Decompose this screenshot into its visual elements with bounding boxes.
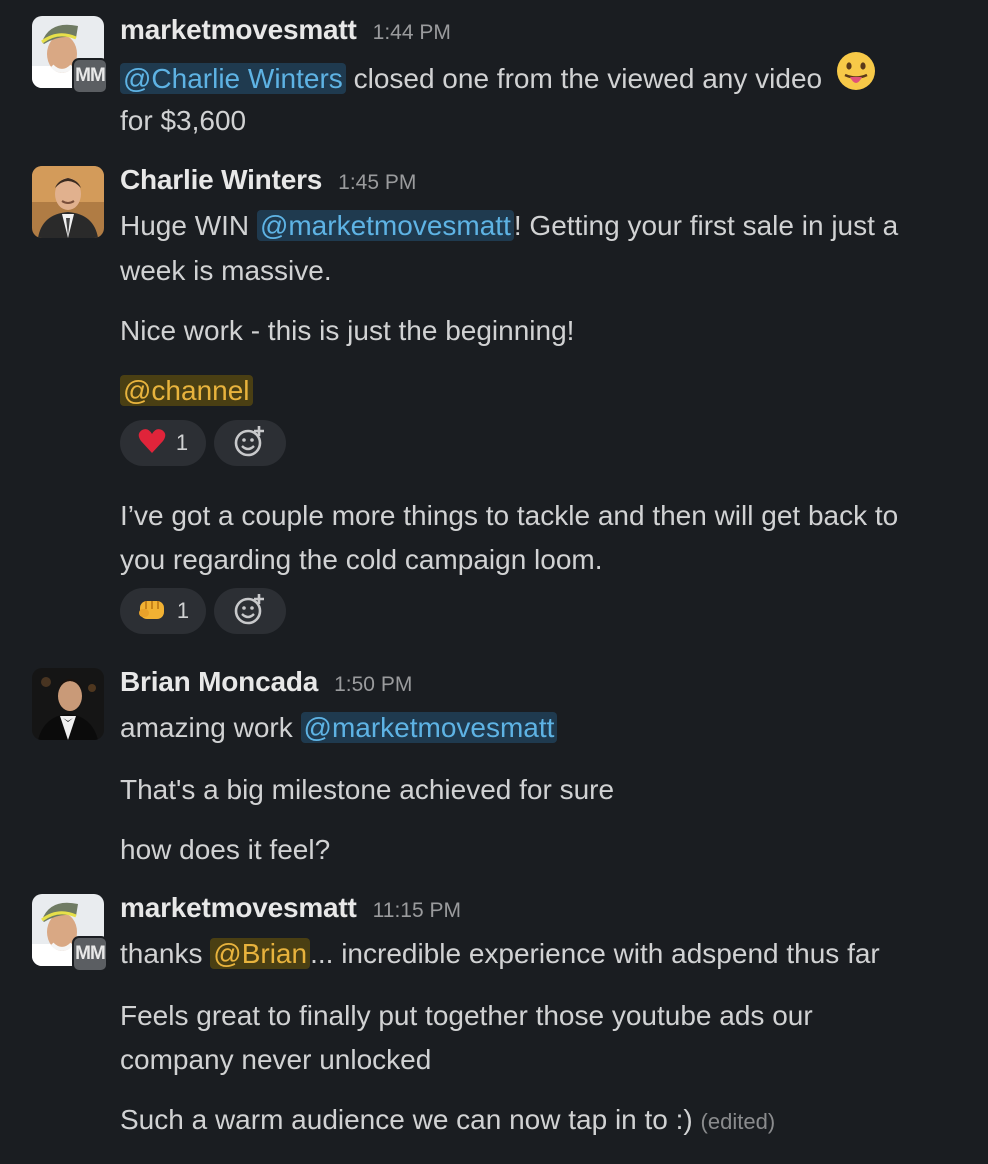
message-header: marketmovesmatt 1:44 PM: [120, 14, 451, 50]
mm-badge: MM: [72, 58, 108, 94]
message-line: That's a big milestone achieved for sure: [120, 774, 615, 805]
user-mention[interactable]: @Brian: [210, 938, 311, 969]
message-line: Feels great to finally put together thos…: [120, 1000, 813, 1031]
message-line: @channel: [120, 369, 253, 413]
user-mention[interactable]: @Charlie Winters: [120, 62, 346, 94]
message-line: thanks @Brian... incredible experience w…: [120, 932, 880, 976]
reaction-bar: 1: [120, 588, 286, 634]
user-mention[interactable]: @marketmovesmatt: [300, 712, 558, 743]
channel-mention[interactable]: @channel: [120, 375, 253, 406]
message-text: Huge WIN: [120, 210, 257, 241]
message-line: you regarding the cold campaign loom.: [120, 544, 603, 575]
message-line: how does it feel?: [120, 834, 331, 865]
message-header: Charlie Winters 1:45 PM: [120, 164, 416, 200]
avatar-charlie-winters[interactable]: [32, 166, 104, 238]
author-name[interactable]: Charlie Winters: [120, 164, 322, 196]
timestamp[interactable]: 11:15 PM: [373, 899, 461, 923]
avatar-brian-moncada[interactable]: [32, 668, 104, 740]
reaction-count: 1: [175, 430, 189, 455]
message-text: thanks: [120, 938, 211, 969]
face-with-tongue-icon: [836, 51, 876, 104]
timestamp[interactable]: 1:45 PM: [338, 171, 416, 195]
author-name[interactable]: marketmovesmatt: [120, 892, 357, 924]
message-line: for $3,600: [120, 105, 247, 136]
author-name[interactable]: marketmovesmatt: [120, 14, 357, 46]
reaction-count: 1: [176, 598, 190, 623]
reaction-fist[interactable]: 1: [120, 588, 206, 634]
message-line: Nice work - this is just the beginning!: [120, 315, 575, 346]
message-line: company never unlocked: [120, 1044, 432, 1075]
message-text: ! Getting your first sale in just a: [513, 210, 899, 241]
add-emoji-icon: [233, 592, 267, 631]
author-name[interactable]: Brian Moncada: [120, 666, 318, 698]
message-line: Such a warm audience we can now tap in t…: [120, 1098, 775, 1144]
message-text: ... incredible experience with adspend t…: [310, 938, 880, 969]
timestamp[interactable]: 1:50 PM: [334, 673, 412, 697]
message-line: amazing work @marketmovesmatt: [120, 706, 558, 750]
fist-bump-icon: [137, 595, 167, 628]
add-reaction-button[interactable]: [214, 588, 286, 634]
red-heart-icon: [138, 428, 166, 459]
message-line: Huge WIN @marketmovesmatt! Getting your …: [120, 204, 898, 248]
message-line: I’ve got a couple more things to tackle …: [120, 500, 899, 531]
message-text: Such a warm audience we can now tap in t…: [120, 1104, 701, 1135]
reaction-bar: 1: [120, 420, 286, 466]
message-line: week is massive.: [120, 255, 332, 286]
user-mention[interactable]: @marketmovesmatt: [256, 210, 514, 241]
edited-label: (edited): [700, 1109, 776, 1134]
message-text: closed one from the viewed any video: [345, 62, 830, 94]
message-header: marketmovesmatt 11:15 PM: [120, 892, 461, 928]
message-header: Brian Moncada 1:50 PM: [120, 666, 412, 702]
add-emoji-icon: [233, 424, 267, 463]
timestamp[interactable]: 1:44 PM: [373, 21, 451, 45]
message-text: amazing work: [120, 712, 301, 743]
reaction-heart[interactable]: 1: [120, 420, 206, 466]
add-reaction-button[interactable]: [214, 420, 286, 466]
mm-badge: MM: [72, 936, 108, 972]
